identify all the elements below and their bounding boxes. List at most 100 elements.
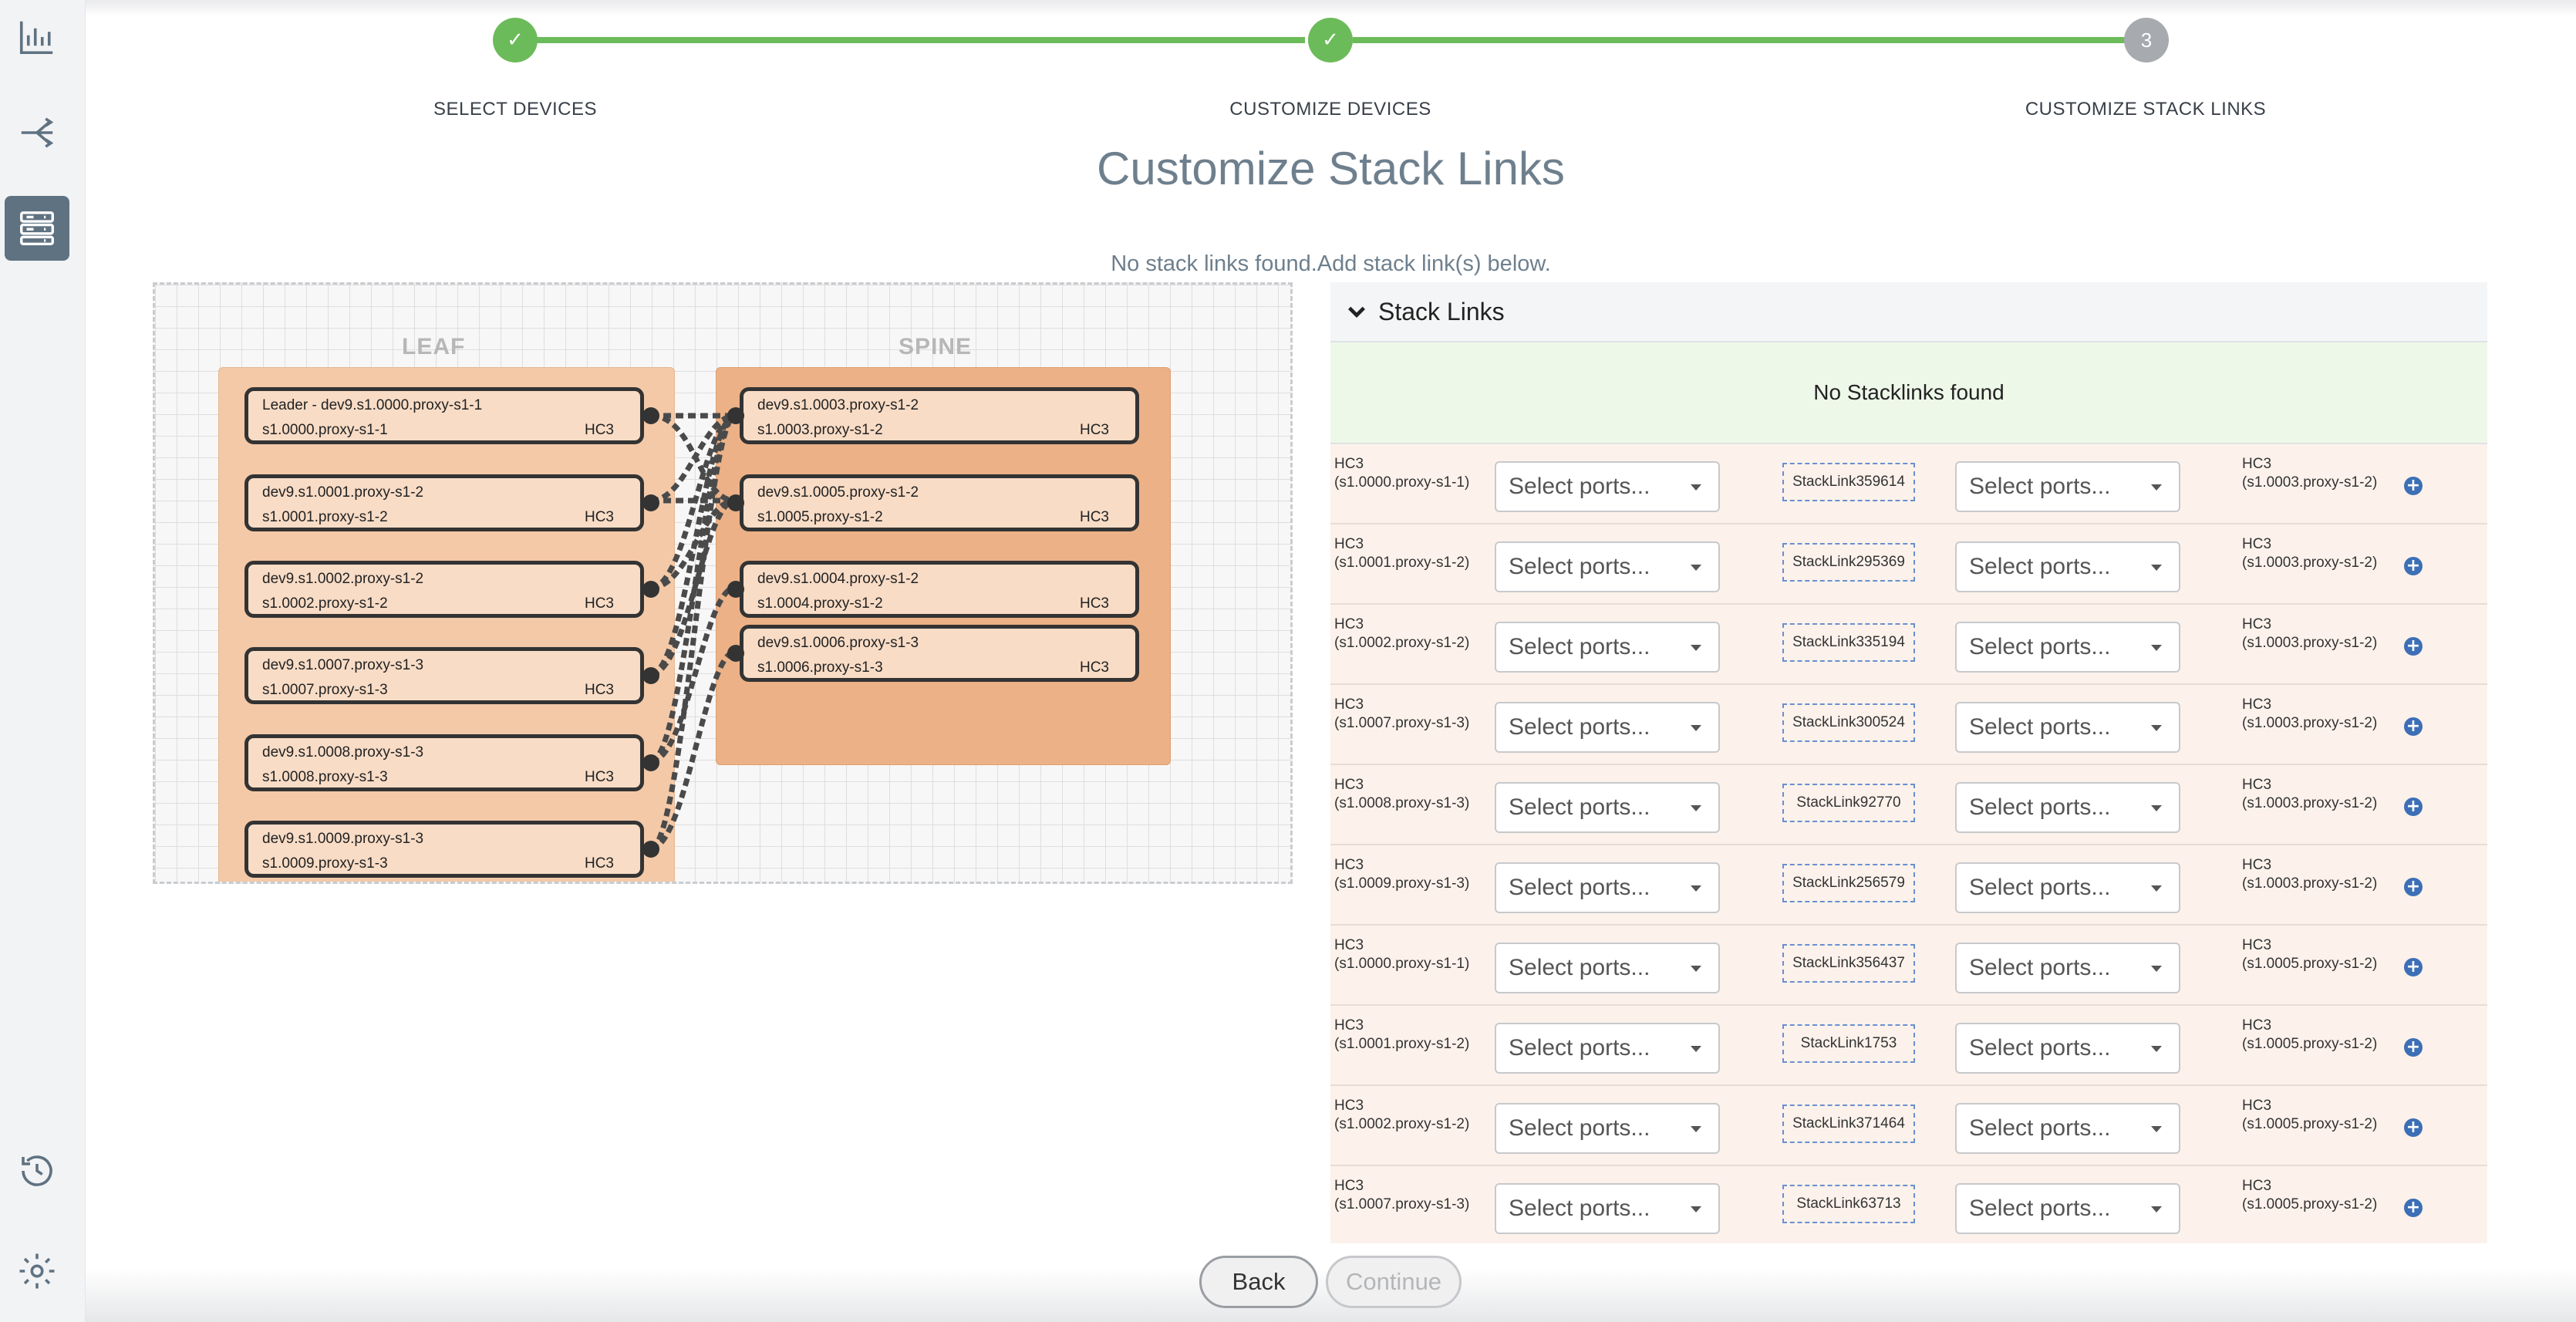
target-id: (s1.0003.proxy-s1-2)	[2242, 555, 2378, 571]
stack-link-name[interactable]: StackLink335194	[1782, 623, 1915, 662]
add-link-plus-icon[interactable]: +	[2404, 477, 2423, 495]
bar-chart-icon[interactable]	[0, 0, 74, 74]
target-port-select[interactable]: Select ports...	[1955, 461, 2180, 512]
leaf-port[interactable]	[642, 841, 659, 858]
spine-node[interactable]: dev9.s1.0004.proxy-s1-2 s1.0004.proxy-s1…	[740, 561, 1139, 618]
target-port-select[interactable]: Select ports...	[1955, 943, 2180, 993]
stack-link-name[interactable]: StackLink63713	[1782, 1185, 1915, 1223]
add-link-plus-icon[interactable]: +	[2404, 717, 2423, 736]
target-port-select[interactable]: Select ports...	[1955, 1023, 2180, 1074]
leaf-port[interactable]	[642, 581, 659, 598]
node-id: s1.0004.proxy-s1-2	[757, 595, 883, 612]
leaf-port[interactable]	[642, 494, 659, 511]
spine-port[interactable]	[727, 407, 744, 424]
source-port-select[interactable]: Select ports...	[1495, 622, 1720, 673]
source-port-select[interactable]: Select ports...	[1495, 943, 1720, 993]
gear-icon[interactable]	[0, 1234, 74, 1308]
source-id: (s1.0008.proxy-s1-3)	[1334, 795, 1470, 811]
target-device: HC3 (s1.0003.proxy-s1-2)	[2242, 615, 2377, 653]
source-port-select[interactable]: Select ports...	[1495, 862, 1720, 913]
spine-node[interactable]: dev9.s1.0005.proxy-s1-2 s1.0005.proxy-s1…	[740, 474, 1139, 531]
step-label-customize-devices[interactable]: CUSTOMIZE DEVICES	[1229, 99, 1431, 120]
target-port-select[interactable]: Select ports...	[1955, 1183, 2180, 1234]
stack-link-name[interactable]: StackLink371464	[1782, 1104, 1915, 1143]
source-port-select[interactable]: Select ports...	[1495, 1183, 1720, 1234]
stack-link-row: HC3 (s1.0001.proxy-s1-2) Select ports... …	[1330, 524, 2487, 605]
step-label-select-devices[interactable]: SELECT DEVICES	[433, 99, 597, 120]
caret-down-icon	[1691, 885, 1701, 892]
target-port-select[interactable]: Select ports...	[1955, 622, 2180, 673]
target-port-select[interactable]: Select ports...	[1955, 702, 2180, 753]
stack-link-name[interactable]: StackLink359614	[1782, 463, 1915, 501]
add-link-plus-icon[interactable]: +	[2404, 798, 2423, 816]
add-link-plus-icon[interactable]: +	[2404, 878, 2423, 896]
source-device: HC3 (s1.0000.proxy-s1-1)	[1334, 455, 1469, 492]
caret-down-icon	[1691, 1046, 1701, 1052]
node-model: HC3	[1079, 509, 1109, 525]
leaf-node[interactable]: dev9.s1.0008.proxy-s1-3 s1.0008.proxy-s1…	[244, 734, 644, 791]
leaf-node[interactable]: dev9.s1.0001.proxy-s1-2 s1.0001.proxy-s1…	[244, 474, 644, 531]
leaf-node[interactable]: dev9.s1.0009.proxy-s1-3 s1.0009.proxy-s1…	[244, 821, 644, 878]
page-title: Customize Stack Links	[1097, 143, 1565, 194]
stack-links-header[interactable]: Stack Links	[1330, 282, 2487, 342]
history-icon[interactable]	[0, 1134, 74, 1208]
target-port-select[interactable]: Select ports...	[1955, 541, 2180, 592]
source-port-select[interactable]: Select ports...	[1495, 782, 1720, 833]
stack-link-name[interactable]: StackLink1753	[1782, 1024, 1915, 1063]
source-port-select[interactable]: Select ports...	[1495, 461, 1720, 512]
stack-link-name[interactable]: StackLink356437	[1782, 944, 1915, 983]
stack-link-name[interactable]: StackLink92770	[1782, 784, 1915, 822]
leaf-port[interactable]	[642, 407, 659, 424]
target-port-select[interactable]: Select ports...	[1955, 862, 2180, 913]
stack-link-name[interactable]: StackLink300524	[1782, 703, 1915, 742]
stack-link-name[interactable]: StackLink295369	[1782, 543, 1915, 582]
source-port-select[interactable]: Select ports...	[1495, 702, 1720, 753]
leaf-node[interactable]: dev9.s1.0007.proxy-s1-3 s1.0007.proxy-s1…	[244, 647, 644, 704]
stack-link-name[interactable]: StackLink256579	[1782, 864, 1915, 902]
source-port-select[interactable]: Select ports...	[1495, 1023, 1720, 1074]
node-name: dev9.s1.0001.proxy-s1-2	[262, 484, 424, 501]
spine-port[interactable]	[727, 581, 744, 598]
source-id: (s1.0001.proxy-s1-2)	[1334, 555, 1470, 571]
source-model: HC3	[1334, 616, 1364, 632]
target-model: HC3	[2242, 937, 2272, 953]
topology-diagram[interactable]: LEAF SPINE Leader - dev9.s1.0000.proxy-s…	[153, 282, 1293, 884]
target-port-select[interactable]: Select ports...	[1955, 782, 2180, 833]
node-id: s1.0002.proxy-s1-2	[262, 595, 388, 612]
target-port-select[interactable]: Select ports...	[1955, 1103, 2180, 1154]
node-name: dev9.s1.0005.proxy-s1-2	[757, 484, 919, 501]
source-model: HC3	[1334, 1178, 1364, 1194]
caret-down-icon	[1691, 966, 1701, 972]
add-link-plus-icon[interactable]: +	[2404, 557, 2423, 575]
server-stack-icon[interactable]	[5, 196, 69, 261]
source-port-select[interactable]: Select ports...	[1495, 541, 1720, 592]
spine-port[interactable]	[727, 494, 744, 511]
network-icon[interactable]	[0, 96, 74, 170]
spine-node[interactable]: dev9.s1.0003.proxy-s1-2 s1.0003.proxy-s1…	[740, 387, 1139, 444]
leaf-port[interactable]	[642, 667, 659, 684]
spine-node[interactable]: dev9.s1.0006.proxy-s1-3 s1.0006.proxy-s1…	[740, 625, 1139, 682]
source-model: HC3	[1334, 857, 1364, 873]
leaf-node[interactable]: dev9.s1.0002.proxy-s1-2 s1.0002.proxy-s1…	[244, 561, 644, 618]
back-button[interactable]: Back	[1199, 1256, 1318, 1308]
step-1-check-icon[interactable]: ✓	[493, 18, 538, 62]
node-model: HC3	[584, 509, 614, 525]
spine-port[interactable]	[727, 645, 744, 662]
step-label-customize-stack-links: CUSTOMIZE STACK LINKS	[2025, 99, 2267, 120]
leaf-port[interactable]	[642, 754, 659, 771]
source-port-select[interactable]: Select ports...	[1495, 1103, 1720, 1154]
caret-down-icon	[1691, 565, 1701, 571]
add-link-plus-icon[interactable]: +	[2404, 958, 2423, 976]
step-2-check-icon[interactable]: ✓	[1308, 18, 1353, 62]
source-device: HC3 (s1.0008.proxy-s1-3)	[1334, 776, 1469, 813]
source-id: (s1.0000.proxy-s1-1)	[1334, 956, 1470, 972]
add-link-plus-icon[interactable]: +	[2404, 1038, 2423, 1057]
caret-down-icon	[2151, 1126, 2162, 1132]
add-link-plus-icon[interactable]: +	[2404, 1118, 2423, 1137]
node-id: s1.0008.proxy-s1-3	[262, 769, 388, 785]
add-link-plus-icon[interactable]: +	[2404, 637, 2423, 656]
add-link-plus-icon[interactable]: +	[2404, 1199, 2423, 1217]
target-model: HC3	[2242, 777, 2272, 793]
leaf-node[interactable]: Leader - dev9.s1.0000.proxy-s1-1 s1.0000…	[244, 387, 644, 444]
continue-button[interactable]: Continue	[1326, 1256, 1462, 1308]
